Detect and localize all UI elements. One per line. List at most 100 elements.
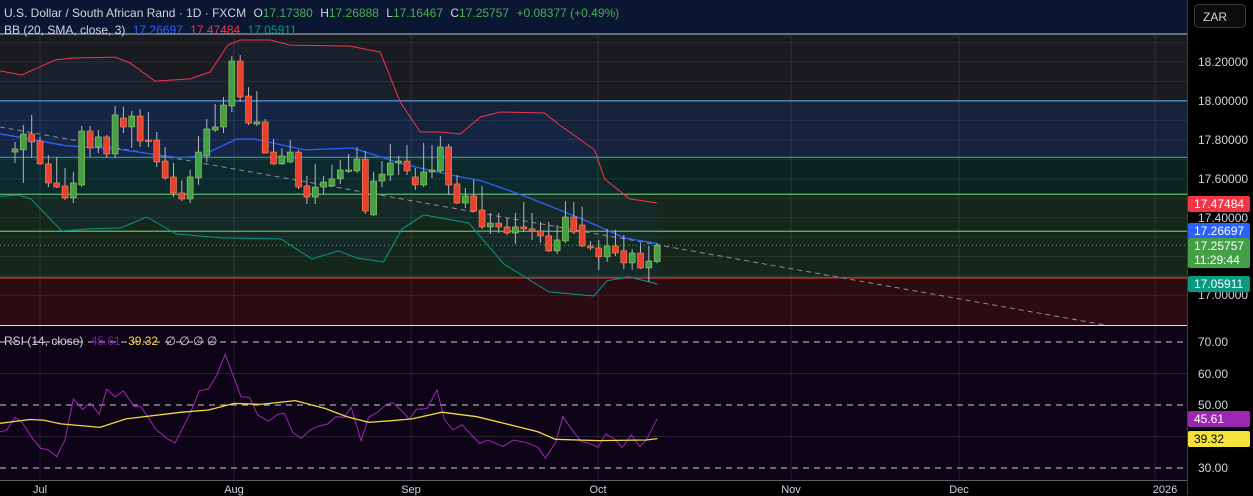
candle-body <box>553 239 561 252</box>
candle-body <box>495 222 503 228</box>
candle-body <box>186 176 194 200</box>
candle-body <box>578 224 586 247</box>
candle-body <box>420 171 427 186</box>
candle-body <box>628 252 636 264</box>
candle-body <box>395 160 402 164</box>
candle-body <box>295 151 302 188</box>
candle <box>361 150 369 214</box>
ohlc-high: H17.26888 <box>320 6 379 20</box>
candle-body <box>512 226 519 234</box>
candle-body <box>412 176 419 186</box>
candle-body <box>195 151 202 179</box>
candle-body <box>336 169 344 180</box>
candle-body <box>211 126 219 131</box>
candle-body <box>153 139 161 163</box>
rsi-pane-bg <box>0 326 1187 480</box>
rsi-ma-tag: 39.32 <box>1188 431 1250 447</box>
candle-body <box>353 158 361 172</box>
candle-body <box>45 163 52 184</box>
candle-body <box>437 146 444 172</box>
rsi-axis-label: 50.00 <box>1198 398 1229 412</box>
candle <box>236 54 244 103</box>
time-axis-label: Oct <box>589 484 607 496</box>
candle-body <box>28 133 35 143</box>
bar-countdown: 11:29:44 <box>1194 253 1240 267</box>
candle-body <box>178 192 186 200</box>
candle-body <box>403 160 411 172</box>
candle-body <box>203 128 211 157</box>
candle-body <box>645 260 653 269</box>
candle-body <box>11 148 19 153</box>
candle-body <box>20 133 27 151</box>
candle-body <box>95 136 102 148</box>
candle-body <box>136 115 144 142</box>
candle-body <box>328 178 336 187</box>
candle <box>295 149 302 190</box>
candle <box>653 243 661 264</box>
rsi-label: RSI (14, close) <box>4 334 84 348</box>
candle-body <box>270 151 277 165</box>
candle-body <box>78 130 86 186</box>
ohlc-close: C17.25757 <box>450 6 510 20</box>
candle-body <box>462 195 469 204</box>
candle-body <box>537 230 544 237</box>
candle-body <box>470 195 478 212</box>
candle-body <box>570 216 578 233</box>
candle-body <box>128 115 136 128</box>
candle-body <box>612 245 619 254</box>
candle-body <box>261 121 269 154</box>
candle-body <box>61 185 69 199</box>
ohlc-low: L17.16467 <box>386 6 444 20</box>
chart-canvas[interactable] <box>0 0 1187 480</box>
candle-body <box>453 183 461 204</box>
symbol-title[interactable]: U.S. Dollar / South African Rand · 1D · … <box>4 6 246 20</box>
candle-body <box>253 121 261 125</box>
candle <box>78 125 86 188</box>
rsi-axis-label: 60.00 <box>1198 366 1229 381</box>
candle-body <box>236 60 244 98</box>
last-price: 17.25757 <box>1194 239 1245 253</box>
candle-body <box>161 160 169 179</box>
candle-body <box>528 228 536 232</box>
candle-body <box>170 176 177 194</box>
price-axis-label: 17.60000 <box>1198 171 1249 186</box>
rsi-value: 45.61 <box>90 334 121 348</box>
candle-body <box>487 222 494 228</box>
candle-body <box>120 117 127 128</box>
candle-body <box>86 130 94 149</box>
candle-body <box>653 245 661 262</box>
candle-body <box>386 162 394 176</box>
candle-body <box>545 235 553 252</box>
candle-body <box>445 146 452 186</box>
candle <box>36 136 44 165</box>
candle-body <box>378 173 386 182</box>
candle-body <box>53 182 61 188</box>
price-axis-label: 18.20000 <box>1198 55 1249 69</box>
price-axis-label: 18.00000 <box>1198 93 1249 108</box>
candle-body <box>70 182 77 199</box>
candle-body <box>595 247 603 258</box>
time-axis-label: 2026 <box>1152 484 1178 496</box>
rsi-axis-label: 30.00 <box>1198 461 1229 475</box>
candle-body <box>103 136 111 155</box>
currency-button[interactable]: ZAR <box>1194 4 1246 28</box>
candle-body <box>311 186 319 198</box>
bb-basis-tag: 17.26697 <box>1188 223 1250 239</box>
candle-body <box>228 60 236 107</box>
candle-body <box>520 226 528 230</box>
candle-body <box>370 180 377 216</box>
rsi-legend[interactable]: RSI (14, close) 45.61 39.32 ∅ ∅ ∅ ∅ <box>4 334 221 348</box>
candle-body <box>111 114 119 155</box>
candle-body <box>562 216 569 242</box>
candle-body <box>278 155 286 165</box>
candle-body <box>36 140 44 165</box>
ohlc-open: O17.17380 <box>253 6 313 20</box>
bb-legend[interactable]: BB (20, SMA, close, 3) 17.26697 17.47484… <box>4 23 301 37</box>
bb-lower-value: 17.05911 <box>247 23 297 37</box>
price-axis-label: 17.80000 <box>1198 132 1249 147</box>
candle-body <box>345 169 352 172</box>
candle-body <box>220 104 227 128</box>
candle-body <box>303 185 311 198</box>
candle-body <box>286 151 294 163</box>
candle-body <box>603 245 611 258</box>
